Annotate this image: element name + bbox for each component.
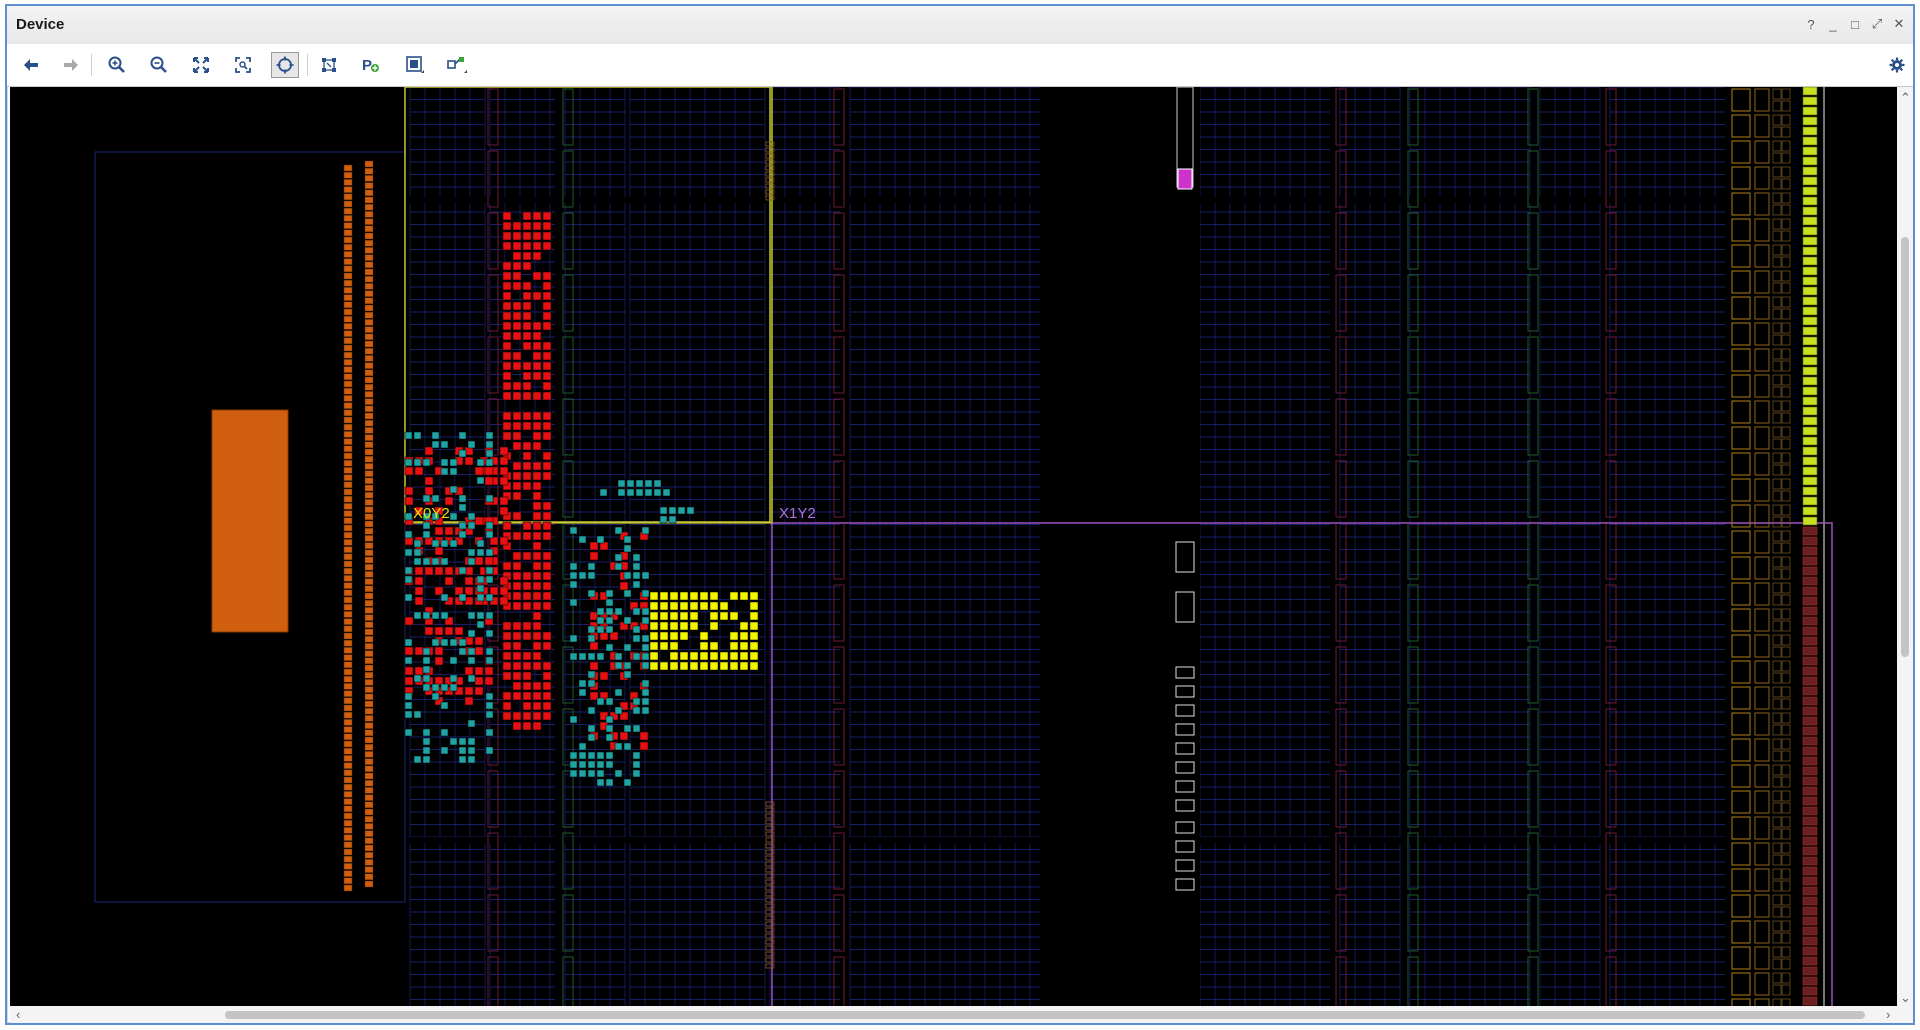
device-window: Device ? _ □ ⤢ ✕ P X0Y2 X1Y2 ⌃ ⌄ ‹ › <box>5 4 1915 1025</box>
forward-button[interactable] <box>57 52 85 78</box>
scroll-up-icon[interactable]: ⌃ <box>1900 91 1911 104</box>
layers-icon <box>406 56 424 73</box>
add-pblock-icon: P <box>362 57 379 74</box>
zoom-area-icon <box>235 57 251 73</box>
toolbar: P <box>7 44 1913 87</box>
add-pblock-button[interactable]: P <box>357 52 385 78</box>
arrow-right-icon <box>64 59 78 71</box>
settings-button[interactable] <box>1883 52 1911 78</box>
help-icon[interactable]: ? <box>1803 16 1819 32</box>
magenta-cell <box>1177 168 1193 190</box>
zoom-fit-button[interactable] <box>187 52 215 78</box>
device-floorplan <box>94 87 1833 1006</box>
scroll-right-icon[interactable]: › <box>1886 1008 1890 1021</box>
expand-icon <box>193 57 209 73</box>
clock-region-label-x1y2: X1Y2 <box>779 505 816 522</box>
device-view-options-button[interactable] <box>401 52 429 78</box>
zoom-area-button[interactable] <box>229 52 257 78</box>
zoom-out-icon <box>150 56 167 73</box>
horizontal-scrollbar[interactable]: ‹ › <box>10 1006 1913 1023</box>
gear-icon <box>1889 57 1905 73</box>
back-button[interactable] <box>17 52 45 78</box>
routing-resources-button[interactable] <box>315 52 343 78</box>
clock-region-label-x0y2: X0Y2 <box>413 505 450 522</box>
horizontal-scroll-thumb[interactable] <box>225 1011 1865 1019</box>
arrow-left-icon <box>24 59 38 71</box>
window-title: Device <box>16 16 65 33</box>
scroll-down-icon[interactable]: ⌄ <box>1900 991 1911 1004</box>
device-canvas[interactable]: X0Y2 X1Y2 <box>10 87 1897 1006</box>
close-icon[interactable]: ✕ <box>1891 16 1907 32</box>
window-controls: ? _ □ ⤢ ✕ <box>1803 16 1907 32</box>
title-bar: Device ? _ □ ⤢ ✕ <box>7 6 1913 45</box>
connections-icon <box>447 57 467 73</box>
show-connections-button[interactable] <box>443 52 471 78</box>
svg-text:P: P <box>362 57 372 74</box>
zoom-out-button[interactable] <box>145 52 173 78</box>
pblock-x1y2 <box>771 522 1833 1006</box>
vertical-scrollbar[interactable]: ⌃ ⌄ <box>1897 87 1913 1006</box>
restore-icon[interactable]: □ <box>1847 16 1863 32</box>
maximize-icon[interactable]: ⤢ <box>1869 16 1885 32</box>
auto-fit-selection-button[interactable] <box>271 52 299 78</box>
io-block <box>211 409 289 633</box>
routing-icon <box>322 58 336 72</box>
zoom-in-icon <box>108 56 125 73</box>
zoom-in-button[interactable] <box>103 52 131 78</box>
vertical-scroll-thumb[interactable] <box>1901 237 1909 657</box>
crosshair-icon <box>276 56 294 74</box>
scroll-left-icon[interactable]: ‹ <box>16 1008 20 1021</box>
minimize-icon[interactable]: _ <box>1825 16 1841 32</box>
